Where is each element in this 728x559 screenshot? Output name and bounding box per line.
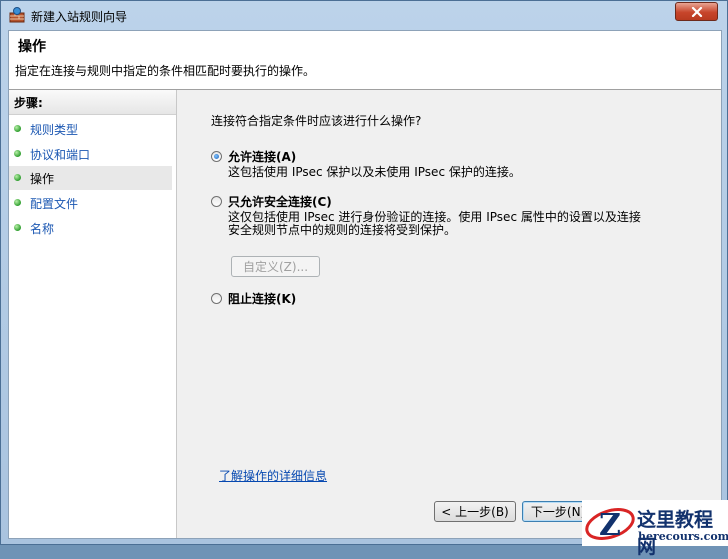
step-bullet-icon	[14, 199, 21, 206]
step-action[interactable]: 操作	[9, 166, 172, 190]
step-bullet-icon	[14, 150, 21, 157]
step-protocol-ports[interactable]: 协议和端口	[9, 142, 172, 166]
allow-secure-connection-label[interactable]: 只允许安全连接(C)	[228, 193, 332, 210]
allow-connection-desc: 这包括使用 IPsec 保护以及未使用 IPsec 保护的连接。	[228, 165, 521, 179]
allow-connection-label[interactable]: 允许连接(A)	[228, 148, 296, 165]
svg-text:Z: Z	[599, 508, 621, 543]
watermark-logo-icon: Z	[584, 503, 636, 548]
wizard-window: 新建入站规则向导 操作 指定在连接与规则中指定的条件相匹配时要执行的操作。 步骤…	[0, 0, 728, 558]
block-connection-radio[interactable]	[211, 293, 222, 304]
steps-heading-label: 步骤:	[14, 96, 43, 110]
main-panel: 连接符合指定条件时应该进行什么操作? 允许连接(A) 这包括使用 IPsec 保…	[177, 90, 721, 538]
block-connection-label[interactable]: 阻止连接(K)	[228, 290, 296, 307]
allow-secure-connection-desc: 这仅包括使用 IPsec 进行身份验证的连接。使用 IPsec 属性中的设置以及…	[228, 210, 641, 237]
watermark-url: herecours.com	[638, 530, 728, 543]
allow-connection-radio[interactable]	[211, 151, 222, 162]
page-title: 操作	[18, 39, 46, 55]
back-button[interactable]: < 上一步(B)	[434, 501, 516, 522]
customize-button[interactable]: 自定义(Z)...	[231, 256, 320, 277]
step-label: 协议和端口	[30, 148, 91, 162]
step-bullet-icon	[14, 125, 21, 132]
step-rule-type[interactable]: 规则类型	[9, 117, 172, 141]
watermark: Z 这里教程网 herecours.com	[582, 500, 728, 558]
firewall-icon	[9, 7, 25, 23]
step-label: 操作	[30, 172, 55, 186]
learn-more-link[interactable]: 了解操作的详细信息	[219, 467, 327, 484]
step-label: 规则类型	[30, 123, 79, 137]
wizard-client-area: 操作 指定在连接与规则中指定的条件相匹配时要执行的操作。 步骤: 规则类型 协议…	[8, 30, 722, 539]
steps-heading: 步骤:	[9, 90, 176, 115]
wizard-header: 操作 指定在连接与规则中指定的条件相匹配时要执行的操作。	[9, 31, 721, 90]
allow-secure-connection-radio[interactable]	[211, 196, 222, 207]
step-label: 配置文件	[30, 197, 79, 211]
window-title: 新建入站规则向导	[31, 10, 128, 24]
step-bullet-icon	[14, 174, 21, 181]
title-bar[interactable]: 新建入站规则向导	[1, 1, 727, 29]
close-icon	[691, 6, 703, 17]
step-name[interactable]: 名称	[9, 216, 172, 240]
action-question: 连接符合指定条件时应该进行什么操作?	[211, 114, 422, 128]
step-bullet-icon	[14, 224, 21, 231]
close-button[interactable]	[675, 2, 718, 21]
steps-panel: 步骤: 规则类型 协议和端口 操作 配置文件 名称	[9, 90, 177, 538]
step-profile[interactable]: 配置文件	[9, 191, 172, 215]
step-label: 名称	[30, 222, 55, 236]
page-subtitle: 指定在连接与规则中指定的条件相匹配时要执行的操作。	[15, 64, 316, 78]
